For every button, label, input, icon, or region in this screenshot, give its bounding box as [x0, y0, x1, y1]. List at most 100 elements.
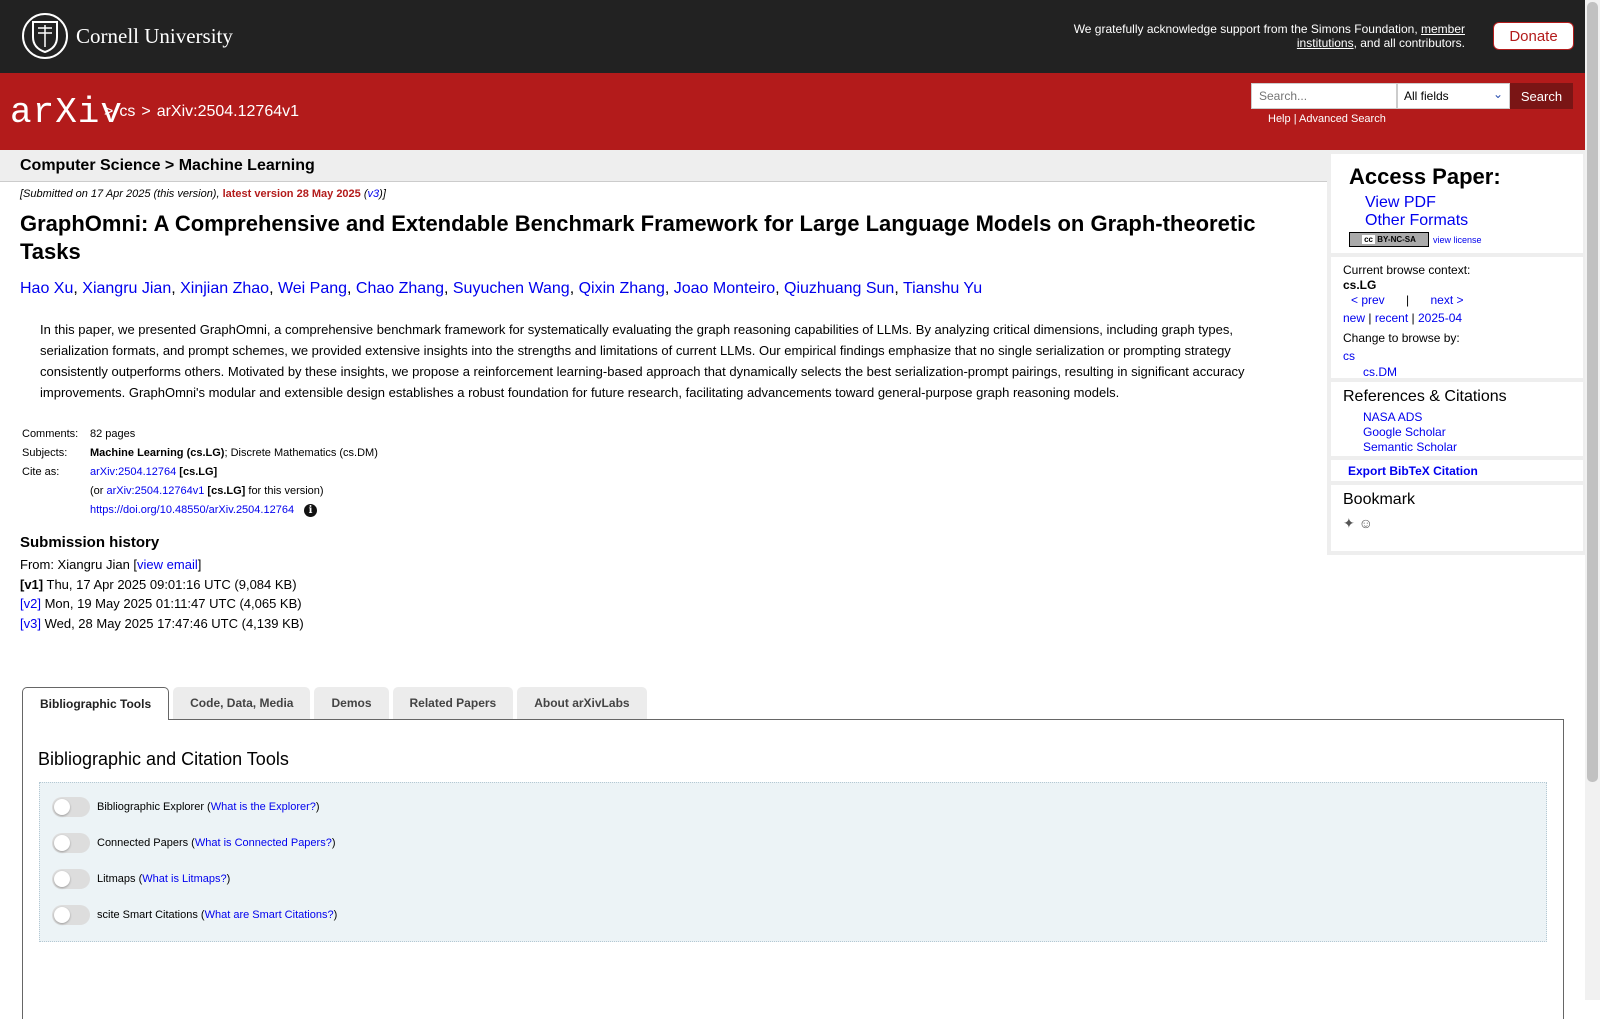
- from-line: From: Xiangru Jian [view email]: [20, 555, 1315, 575]
- paper-title: GraphOmni: A Comprehensive and Extendabl…: [20, 211, 1256, 264]
- tab-related-papers[interactable]: Related Papers: [392, 687, 514, 719]
- version-row: [v1] Thu, 17 Apr 2025 09:01:16 UTC (9,08…: [20, 575, 1315, 595]
- advanced-search-link[interactable]: Advanced Search: [1299, 113, 1386, 125]
- litmaps-toggle[interactable]: [52, 869, 90, 889]
- ack-suffix: , and all contributors.: [1353, 36, 1465, 50]
- toggle-row: Bibliographic Explorer (What is the Expl…: [52, 797, 320, 817]
- search-button[interactable]: Search: [1510, 83, 1573, 109]
- help-link[interactable]: What is Litmaps?: [142, 873, 226, 885]
- author-link[interactable]: Suyuchen Wang: [453, 280, 570, 297]
- scrollbar-thumb[interactable]: [1587, 2, 1598, 782]
- doi-row: https://doi.org/10.48550/arXiv.2504.1276…: [88, 501, 380, 520]
- browse-cs-link[interactable]: cs: [1343, 349, 1355, 363]
- bibliographic-explorer-toggle[interactable]: [52, 797, 90, 817]
- recent-link[interactable]: recent: [1375, 311, 1408, 325]
- author-link[interactable]: Chao Zhang: [356, 280, 444, 297]
- browse-context-label: Current browse context:: [1343, 263, 1471, 277]
- access-paper-box: Access Paper: View PDF Other Formats cc …: [1331, 154, 1583, 253]
- tools-toggle-list: Bibliographic Explorer (What is the Expl…: [39, 782, 1547, 942]
- subjects-label: Subjects:: [22, 447, 68, 459]
- license: cc BY-NC-SA view license: [1349, 232, 1583, 247]
- tab-code-data-media[interactable]: Code, Data, Media: [173, 687, 311, 719]
- reddit-icon[interactable]: ☺: [1359, 515, 1373, 531]
- help-link[interactable]: What are Smart Citations?: [205, 909, 334, 921]
- v3-link[interactable]: v3: [368, 188, 380, 200]
- author-link[interactable]: Qixin Zhang: [579, 280, 665, 297]
- export-bibtex-link[interactable]: Export BibTeX Citation: [1348, 464, 1583, 478]
- separator: |: [1368, 311, 1372, 325]
- dateline: [Submitted on 17 Apr 2025 (this version)…: [20, 188, 1315, 200]
- bookmark-icons: ✦ ☺: [1343, 515, 1583, 532]
- cite-version: (or arXiv:2504.12764v1 [cs.LG] for this …: [88, 482, 380, 501]
- connected-papers-toggle[interactable]: [52, 833, 90, 853]
- latest-version-link[interactable]: latest version 28 May 2025: [223, 188, 361, 200]
- search-field-select[interactable]: All fields ⌄: [1397, 83, 1510, 109]
- submission-history: From: Xiangru Jian [view email] [v1] Thu…: [20, 555, 1315, 633]
- browse-context: cs.LG: [1343, 278, 1377, 292]
- view-license-link[interactable]: view license: [1433, 235, 1482, 245]
- tab-demos[interactable]: Demos: [314, 687, 389, 719]
- next-link[interactable]: next >: [1431, 293, 1464, 307]
- chevron-down-icon: ⌄: [1492, 87, 1503, 101]
- new-link[interactable]: new: [1343, 311, 1365, 325]
- arxiv-id-link[interactable]: arXiv:2504.12764: [90, 466, 176, 478]
- other-formats-link[interactable]: Other Formats: [1365, 212, 1468, 229]
- help-link[interactable]: Help: [1268, 113, 1291, 125]
- version-date: Mon, 19 May 2025 01:11:47 UTC (4,065 KB): [40, 596, 302, 611]
- version-row: [v2] Mon, 19 May 2025 01:11:47 UTC (4,06…: [20, 594, 1315, 614]
- dateline-paren: )]: [379, 188, 386, 200]
- breadcrumb-cs[interactable]: cs: [119, 103, 135, 120]
- version-link[interactable]: [v2]: [20, 596, 41, 611]
- help-link[interactable]: What is the Explorer?: [211, 801, 316, 813]
- author-link[interactable]: Wei Pang: [278, 280, 347, 297]
- breadcrumb-separator: >: [141, 103, 151, 120]
- author-link[interactable]: Joao Monteiro: [674, 280, 775, 297]
- author-link[interactable]: Xinjian Zhao: [180, 280, 269, 297]
- page-scrollbar[interactable]: [1585, 0, 1600, 1000]
- abstract: In this paper, we presented GraphOmni, a…: [40, 322, 1245, 400]
- author-link[interactable]: Qiuzhuang Sun: [784, 280, 894, 297]
- search-field-value: All fields: [1404, 89, 1449, 103]
- info-icon[interactable]: i: [304, 504, 318, 517]
- donate-button[interactable]: Donate: [1493, 22, 1574, 50]
- right-sidebar: Access Paper: View PDF Other Formats cc …: [1327, 150, 1585, 555]
- acknowledgement: We gratefully acknowledge support from t…: [1045, 22, 1465, 50]
- author-link[interactable]: Tianshu Yu: [903, 280, 982, 297]
- prev-link[interactable]: < prev: [1351, 293, 1385, 307]
- cc-license-icon[interactable]: cc BY-NC-SA: [1349, 232, 1429, 247]
- author-link[interactable]: Hao Xu: [20, 280, 73, 297]
- paper-main: [Submitted on 17 Apr 2025 (this version)…: [20, 182, 1315, 633]
- view-email-link[interactable]: view email: [137, 557, 198, 572]
- semantic-scholar-link[interactable]: Semantic Scholar: [1363, 440, 1457, 454]
- doi-link[interactable]: https://doi.org/10.48550/arXiv.2504.1276…: [90, 504, 294, 516]
- cornell-logo[interactable]: Cornell University: [22, 13, 233, 59]
- view-pdf-link[interactable]: View PDF: [1365, 194, 1436, 211]
- from-text: From: Xiangru Jian [: [20, 557, 138, 572]
- cornell-seal-icon: [22, 13, 68, 59]
- month-link[interactable]: 2025-04: [1418, 311, 1462, 325]
- bibsonomy-icon[interactable]: ✦: [1343, 515, 1355, 531]
- tab-bibliographic-tools[interactable]: Bibliographic Tools: [22, 687, 170, 720]
- breadcrumb-paper-id: arXiv:2504.12764v1: [156, 103, 300, 120]
- tab-about-arxivlabs[interactable]: About arXivLabs: [517, 687, 647, 719]
- tools-title: Bibliographic and Citation Tools: [38, 749, 289, 769]
- author-link[interactable]: Xiangru Jian: [82, 280, 171, 297]
- version-date: Wed, 28 May 2025 17:47:46 UTC (4,139 KB): [40, 615, 304, 631]
- breadcrumb: > cs > arXiv:2504.12764v1: [104, 103, 305, 121]
- version-link[interactable]: [v3]: [20, 616, 41, 631]
- browse-csdm-link[interactable]: cs.DM: [1363, 365, 1397, 379]
- arxiv-version-link[interactable]: arXiv:2504.12764v1: [107, 485, 205, 497]
- cc-badge-text: BY-NC-SA: [1377, 235, 1416, 244]
- subject-header: Computer Science > Machine Learning: [0, 150, 1327, 182]
- top-banner: Cornell University We gratefully acknowl…: [0, 0, 1585, 73]
- scite-toggle[interactable]: [52, 905, 90, 925]
- nasa-ads-link[interactable]: NASA ADS: [1363, 410, 1422, 424]
- cite-value: arXiv:2504.12764 [cs.LG]: [88, 463, 380, 482]
- search-input[interactable]: [1251, 83, 1397, 109]
- toggle-label: Connected Papers: [97, 837, 189, 849]
- comments-value: 82 pages: [90, 428, 136, 440]
- toggle-label: Bibliographic Explorer: [97, 801, 204, 813]
- google-scholar-link[interactable]: Google Scholar: [1363, 425, 1446, 439]
- help-link[interactable]: What is Connected Papers?: [195, 837, 332, 849]
- dateline-text: [Submitted on 17 Apr 2025 (this version)…: [20, 188, 223, 200]
